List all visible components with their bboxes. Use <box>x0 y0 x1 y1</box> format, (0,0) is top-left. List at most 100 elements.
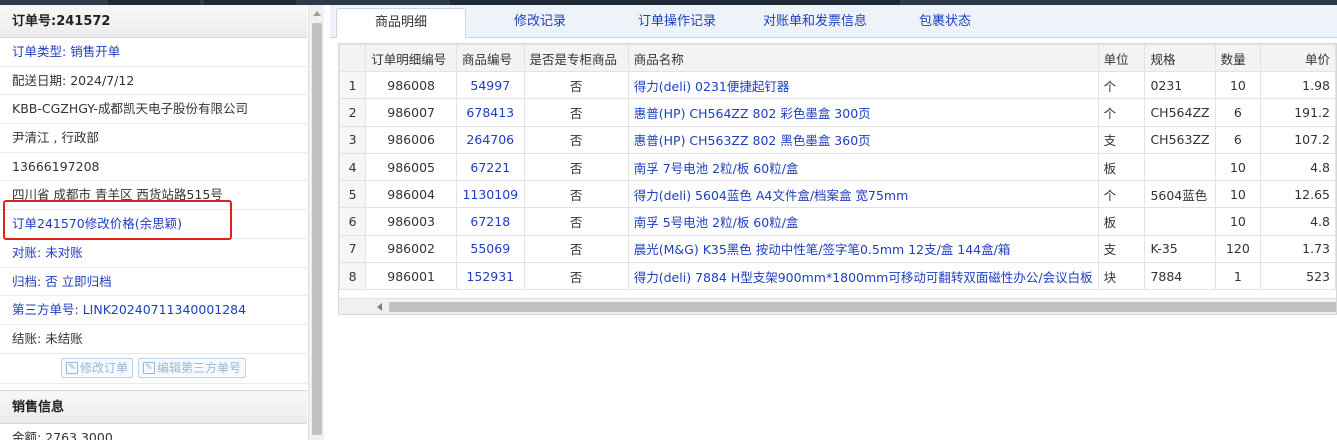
tab-package-status[interactable]: 包裹状态 <box>890 8 1000 38</box>
row-number: 7 <box>339 234 367 264</box>
order-info-panel: 订单号:241572 订单类型: 销售开单 配送日期: 2024/7/12 KB… <box>0 5 324 440</box>
table-row[interactable]: 8 986001 152931 否得力(deli) 7884 H型支架900mm*18… <box>339 262 1336 291</box>
left-panel-scrollbar[interactable] <box>308 5 324 440</box>
archive-status-row[interactable]: 归档: 否 立即归档 <box>0 268 307 297</box>
column-header[interactable]: 单位 <box>1097 44 1146 72</box>
tab-order-operation-log[interactable]: 订单操作记录 <box>612 8 742 38</box>
quantity: 10 <box>1214 180 1262 209</box>
unit-price: 1.73 <box>1260 234 1336 264</box>
horizontal-scrollbar[interactable] <box>339 298 1336 314</box>
quantity: 6 <box>1214 98 1262 127</box>
table-row[interactable]: 3 986006 264706 否惠普(HP) CH563ZZ 802 黑色墨盒 36… <box>339 125 1336 154</box>
edit-order-button[interactable]: ✎ 修改订单 <box>60 358 133 379</box>
product-id-link[interactable]: 55069 <box>456 234 525 264</box>
unit-price: 12.65 <box>1260 180 1336 209</box>
quantity: 10 <box>1214 152 1262 182</box>
unit: 板 <box>1097 152 1146 182</box>
product-name-link[interactable]: 晨光(M&G) K35黑色 按动中性笔/签字笔0.5mm 12支/盒 144盒/… <box>627 234 1099 264</box>
unit: 支 <box>1097 234 1146 264</box>
table-row[interactable]: 4 986005 67221 否南孚 7号电池 2粒/板 60粒/盒板 10 4.8 <box>339 152 1336 182</box>
unit-price: 4.8 <box>1260 152 1336 182</box>
unit-price: 4.8 <box>1260 207 1336 236</box>
spec <box>1144 152 1216 182</box>
table-row[interactable]: 1 986008 54997 否得力(deli) 0231便捷起钉器个 0231 10 1.… <box>339 70 1336 100</box>
unit: 支 <box>1097 125 1146 154</box>
row-number: 8 <box>339 262 367 291</box>
scrollbar-thumb[interactable] <box>312 23 322 435</box>
row-number: 5 <box>339 180 367 209</box>
table-row[interactable]: 5 986004 1130109 否得力(deli) 5604蓝色 A4文件盒/档案盒… <box>339 180 1336 209</box>
tab-product-details[interactable]: 商品明细 <box>336 8 466 38</box>
column-header[interactable]: 单价 <box>1260 44 1336 72</box>
product-table: 订单明细编号 商品编号 是否是专柜商品 商品名称 单位 规格 数量 单价 1 98… <box>339 44 1336 291</box>
product-name-link[interactable]: 得力(deli) 7884 H型支架900mm*1800mm可移动可翻转双面磁性… <box>627 262 1099 291</box>
detail-id: 986003 <box>365 207 458 236</box>
edit-third-party-button[interactable]: ✎ 编辑第三方单号 <box>138 358 247 379</box>
scrollbar-thumb[interactable] <box>389 302 1336 312</box>
phone-row: 13666197208 <box>0 153 307 182</box>
row-number: 6 <box>339 207 367 236</box>
unit: 个 <box>1097 180 1146 209</box>
column-header[interactable]: 规格 <box>1144 44 1216 72</box>
column-header <box>339 44 367 72</box>
table-row[interactable]: 7 986002 55069 否晨光(M&G) K35黑色 按动中性笔/签字笔0.5m… <box>339 234 1336 264</box>
unit-price: 1.98 <box>1260 70 1336 100</box>
detail-id: 986007 <box>365 98 458 127</box>
edit-icon: ✎ <box>143 362 155 375</box>
counter-flag: 否 <box>523 207 629 236</box>
quantity: 10 <box>1214 70 1262 100</box>
product-id-link[interactable]: 54997 <box>456 70 525 100</box>
table-row[interactable]: 2 986007 678413 否惠普(HP) CH564ZZ 802 彩色墨盒 30… <box>339 98 1336 127</box>
product-name-link[interactable]: 惠普(HP) CH564ZZ 802 彩色墨盒 300页 <box>627 98 1099 127</box>
delivery-date-row: 配送日期: 2024/7/12 <box>0 67 307 96</box>
contact-person-row: 尹清江 , 行政部 <box>0 124 307 153</box>
column-header[interactable]: 商品名称 <box>627 44 1099 72</box>
customer-company-row: KBB-CGZHGY-成都凯天电子股份有限公司 <box>0 95 307 125</box>
reconcile-status-row: 对账: 未对账 <box>0 239 307 268</box>
product-id-link[interactable]: 67221 <box>456 152 525 182</box>
product-name-link[interactable]: 惠普(HP) CH563ZZ 802 黑色墨盒 360页 <box>627 125 1099 154</box>
product-name-link[interactable]: 南孚 7号电池 2粒/板 60粒/盒 <box>627 152 1099 182</box>
row-number: 4 <box>339 152 367 182</box>
quantity: 120 <box>1214 234 1262 264</box>
unit: 个 <box>1097 70 1146 100</box>
tab-statement-invoice[interactable]: 对账单和发票信息 <box>750 8 880 38</box>
counter-flag: 否 <box>523 152 629 182</box>
detail-id: 986002 <box>365 234 458 264</box>
detail-tabs: 商品明细 修改记录 订单操作记录 对账单和发票信息 包裹状态 <box>330 5 1337 38</box>
product-name-link[interactable]: 得力(deli) 0231便捷起钉器 <box>627 70 1099 100</box>
spec: K-35 <box>1144 234 1216 264</box>
unit-price: 191.2 <box>1260 98 1336 127</box>
unit: 块 <box>1097 262 1146 291</box>
product-name-link[interactable]: 南孚 5号电池 2粒/板 60粒/盒 <box>627 207 1099 236</box>
counter-flag: 否 <box>523 262 629 291</box>
quantity: 1 <box>1214 262 1262 291</box>
counter-flag: 否 <box>523 180 629 209</box>
counter-flag: 否 <box>523 98 629 127</box>
spec: 7884 <box>1144 262 1216 291</box>
edit-icon: ✎ <box>65 362 78 375</box>
sales-info-title: 销售信息 <box>0 389 307 424</box>
product-name-link[interactable]: 得力(deli) 5604蓝色 A4文件盒/档案盒 宽75mm <box>627 180 1099 209</box>
column-header[interactable]: 订单明细编号 <box>365 44 458 72</box>
table-row[interactable]: 6 986003 67218 否南孚 5号电池 2粒/板 60粒/盒板 10 4.8 <box>339 207 1336 236</box>
column-header[interactable]: 商品编号 <box>456 44 525 72</box>
unit-price: 523 <box>1260 262 1336 291</box>
spec: 5604蓝色 <box>1144 180 1216 209</box>
tab-modification-log[interactable]: 修改记录 <box>480 8 600 38</box>
column-header[interactable]: 是否是专柜商品 <box>523 44 629 72</box>
column-header[interactable]: 数量 <box>1214 44 1262 72</box>
scroll-left-icon[interactable] <box>377 303 382 311</box>
spec: CH564ZZ <box>1144 98 1216 127</box>
scroll-up-icon[interactable] <box>313 11 321 16</box>
product-id-link[interactable]: 678413 <box>456 98 525 127</box>
product-detail-grid: 订单明细编号 商品编号 是否是专柜商品 商品名称 单位 规格 数量 单价 1 98… <box>338 43 1337 315</box>
product-id-link[interactable]: 152931 <box>456 262 525 291</box>
unit: 板 <box>1097 207 1146 236</box>
product-id-link[interactable]: 67218 <box>456 207 525 236</box>
product-id-link[interactable]: 264706 <box>456 125 525 154</box>
counter-flag: 否 <box>523 70 629 100</box>
product-id-link[interactable]: 1130109 <box>456 180 525 209</box>
order-detail-area: 商品明细 修改记录 订单操作记录 对账单和发票信息 包裹状态 订单明细编号 商品… <box>330 5 1337 440</box>
detail-id: 986001 <box>365 262 458 291</box>
